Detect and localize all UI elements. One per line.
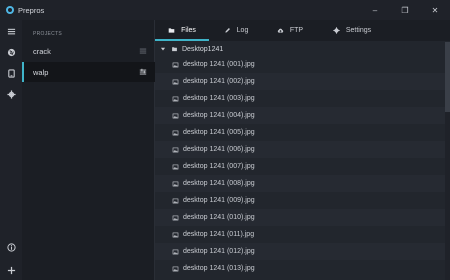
tab-bar: Files Log FTP Settings [155, 20, 450, 41]
file-row[interactable]: desktop 1241 (009).jpg [155, 192, 445, 209]
prepros-logo-icon [6, 6, 14, 14]
file-name: desktop 1241 (009).jpg [183, 197, 255, 204]
pen-icon [225, 28, 230, 33]
project-name: crack [33, 46, 51, 56]
file-row[interactable]: desktop 1241 (005).jpg [155, 124, 445, 141]
file-row[interactable]: desktop 1241 (008).jpg [155, 175, 445, 192]
file-name: desktop 1241 (013).jpg [183, 265, 255, 272]
file-row[interactable]: desktop 1241 (001).jpg [155, 56, 445, 73]
projects-panel: PROJECTS crack walp [22, 20, 155, 280]
tab-settings[interactable]: Settings [317, 20, 387, 41]
image-file-icon [172, 215, 179, 220]
project-settings-icon[interactable] [139, 68, 147, 76]
image-file-icon [172, 62, 179, 67]
plus-icon[interactable] [0, 263, 22, 277]
image-file-icon [172, 181, 179, 186]
gear-icon[interactable] [0, 87, 22, 101]
file-row[interactable]: desktop 1241 (007).jpg [155, 158, 445, 175]
file-name: desktop 1241 (001).jpg [183, 61, 255, 68]
tab-label: Log [236, 27, 249, 34]
file-row[interactable]: desktop 1241 (002).jpg [155, 73, 445, 90]
scrollbar[interactable] [445, 42, 450, 280]
image-file-icon [172, 249, 179, 254]
folder-icon [168, 28, 175, 33]
project-name: walp [33, 67, 49, 77]
gear-icon [333, 27, 340, 34]
folder-name: Desktop1241 [182, 45, 224, 53]
tab-label: FTP [289, 27, 304, 34]
image-file-icon [172, 79, 179, 84]
file-name: desktop 1241 (002).jpg [183, 78, 255, 85]
close-button[interactable]: ✕ [420, 0, 450, 20]
app-title: Prepros [18, 5, 45, 15]
menu-icon[interactable] [0, 24, 22, 38]
file-row[interactable]: desktop 1241 (003).jpg [155, 90, 445, 107]
projects-heading: PROJECTS [33, 31, 63, 37]
title-bar: Prepros – ❐ ✕ [0, 0, 450, 20]
scroll-thumb[interactable] [445, 42, 450, 112]
file-name: desktop 1241 (011).jpg [183, 231, 255, 238]
file-name: desktop 1241 (004).jpg [183, 112, 255, 119]
image-file-icon [172, 198, 179, 203]
main-panel: Files Log FTP Settings Desktop1241 deskt… [155, 20, 450, 280]
file-row[interactable]: desktop 1241 (006).jpg [155, 141, 445, 158]
file-name: desktop 1241 (012).jpg [183, 248, 255, 255]
project-item-crack[interactable]: crack [22, 41, 155, 61]
image-file-icon [172, 232, 179, 237]
project-item-walp[interactable]: walp [22, 62, 155, 82]
file-name: desktop 1241 (008).jpg [183, 180, 255, 187]
image-file-icon [172, 164, 179, 169]
image-file-icon [172, 113, 179, 118]
tab-ftp[interactable]: FTP [263, 20, 317, 41]
globe-icon[interactable] [0, 45, 22, 59]
image-file-icon [172, 96, 179, 101]
file-name: desktop 1241 (003).jpg [183, 95, 255, 102]
folder-icon [172, 47, 177, 52]
file-row[interactable]: desktop 1241 (011).jpg [155, 226, 445, 243]
image-file-icon [172, 266, 179, 271]
tab-files[interactable]: Files [155, 20, 209, 41]
icon-rail [0, 20, 22, 280]
file-name: desktop 1241 (005).jpg [183, 129, 255, 136]
file-name: desktop 1241 (006).jpg [183, 146, 255, 153]
image-file-icon [172, 147, 179, 152]
device-icon[interactable] [0, 66, 22, 80]
cloud-upload-icon [277, 28, 284, 33]
tab-log[interactable]: Log [209, 20, 263, 41]
image-file-icon [172, 130, 179, 135]
file-row[interactable]: desktop 1241 (004).jpg [155, 107, 445, 124]
file-row[interactable]: desktop 1241 (013).jpg [155, 260, 445, 277]
file-name: desktop 1241 (007).jpg [183, 163, 255, 170]
project-settings-icon[interactable] [139, 47, 147, 55]
caret-down-icon[interactable] [160, 46, 166, 52]
tab-label: Files [181, 27, 196, 34]
tab-label: Settings [345, 27, 372, 34]
tree-root-folder[interactable]: Desktop1241 [155, 42, 445, 56]
file-row[interactable]: desktop 1241 (012).jpg [155, 243, 445, 260]
info-icon[interactable] [0, 240, 22, 254]
file-row[interactable]: desktop 1241 (010).jpg [155, 209, 445, 226]
minimize-button[interactable]: – [360, 0, 390, 20]
window-controls: – ❐ ✕ [360, 0, 450, 20]
file-name: desktop 1241 (010).jpg [183, 214, 255, 221]
maximize-button[interactable]: ❐ [390, 0, 420, 20]
